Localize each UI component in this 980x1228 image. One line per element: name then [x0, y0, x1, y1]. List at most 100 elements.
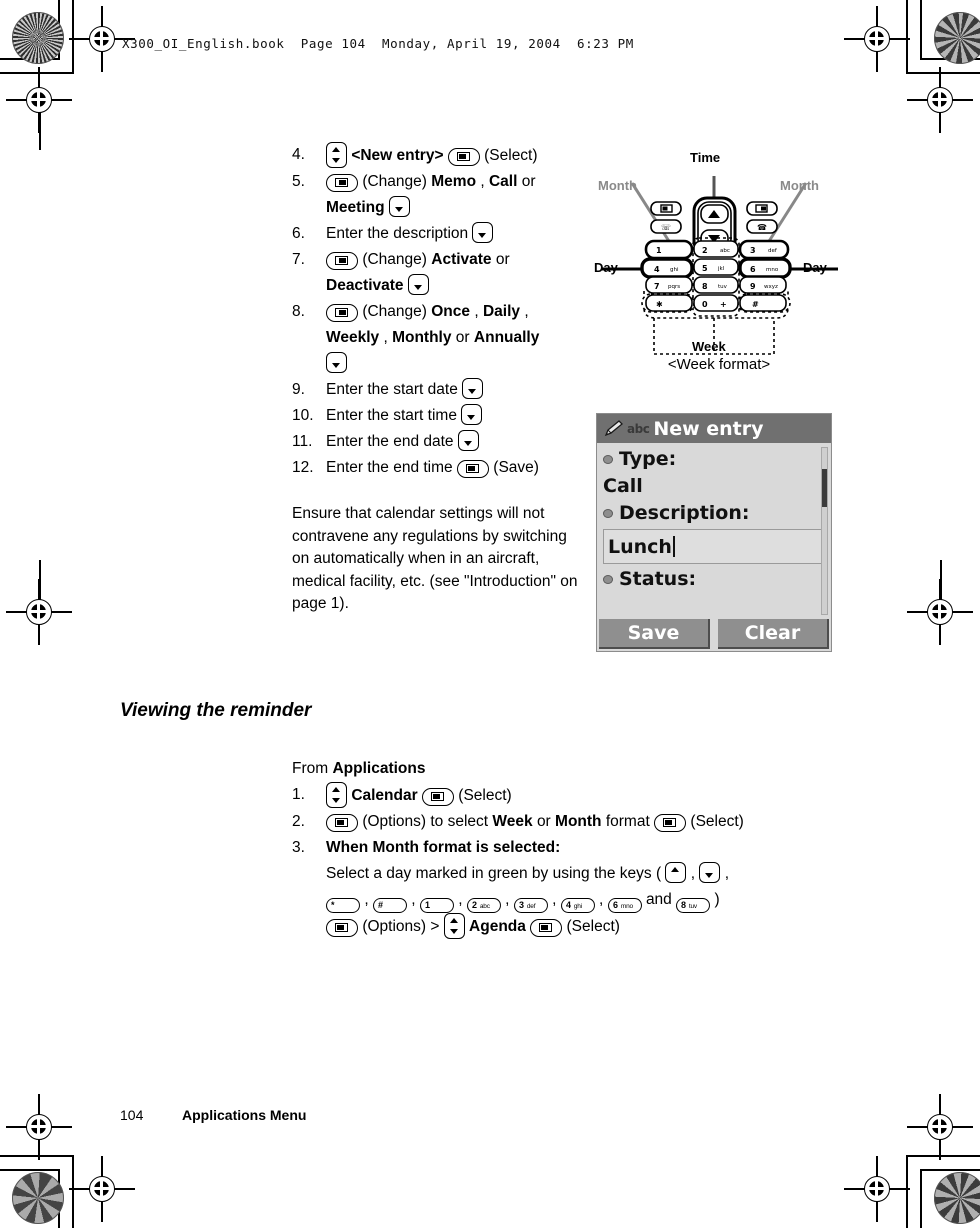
- step-text: and: [645, 891, 672, 908]
- nav-up-down-key-icon: [326, 142, 347, 168]
- step-emphasis-text: Once: [431, 303, 471, 320]
- step-text: ,: [364, 891, 369, 908]
- registration-mark-mid-right: [907, 579, 973, 645]
- registration-mark-bottom-right-a: [907, 1094, 973, 1160]
- svg-text:5: 5: [702, 264, 708, 273]
- crop-line-bottom-left-h: [0, 1169, 60, 1171]
- svg-text:8: 8: [702, 282, 708, 291]
- crop-line-inner-bl-v: [72, 1155, 74, 1228]
- step-text: or: [521, 173, 536, 190]
- field-value-type[interactable]: Call: [603, 473, 823, 500]
- svg-text:☏: ☏: [661, 223, 671, 232]
- diagram-caption: <Week format>: [667, 356, 771, 373]
- nav-up-down-key-icon: [326, 782, 347, 808]
- registration-mark-top-left-b: [6, 67, 72, 133]
- label-text: Status:: [619, 568, 697, 590]
- crop-line-inner-tr-h: [906, 72, 980, 74]
- key-2-icon: 2 abc: [465, 898, 502, 913]
- svg-text:0: 0: [702, 300, 708, 309]
- step-text: Select a day marked in green by using th…: [326, 865, 662, 882]
- step-emphasis-text: Weekly: [326, 329, 380, 346]
- left-soft-key-icon: [326, 919, 358, 937]
- bullet-icon: [603, 509, 613, 518]
- svg-text:pqrs: pqrs: [668, 284, 680, 290]
- registration-mark-bottom-right-b: [844, 1156, 910, 1222]
- week-format-keypad-diagram: ☏ ☎ 1 2 abc 3 def 4 ghi 5 jkl 6 mno 7 pq…: [594, 146, 844, 381]
- step-text: (Change): [362, 173, 427, 190]
- registration-mark-top-left-a: [69, 6, 135, 72]
- crop-line-inner-br-h: [906, 1155, 980, 1157]
- step-emphasis-text: Meeting: [326, 199, 385, 216]
- step-text: Enter the start time: [326, 407, 457, 424]
- hash-key-icon: #: [372, 898, 408, 913]
- step-number: 7.: [292, 251, 305, 268]
- step-item: 5. (Change) Memo , Call or Meeting: [292, 169, 592, 221]
- step-text: or: [455, 329, 470, 346]
- step-number: 3.: [292, 839, 305, 856]
- diagram-label-week: Week: [692, 339, 726, 354]
- step-emphasis-text: Annually: [473, 329, 540, 346]
- section-heading: Viewing the reminder: [120, 700, 312, 721]
- step-item: 12. Enter the end time (Save): [292, 455, 592, 481]
- step-text: ,: [552, 891, 557, 908]
- field-input-description[interactable]: Lunch: [603, 529, 823, 564]
- crop-line-inner-tl-h: [0, 72, 74, 74]
- svg-text:ghi: ghi: [670, 267, 679, 273]
- right-soft-key-icon: [326, 174, 358, 192]
- nav-down-key-icon: [326, 352, 347, 373]
- diagram-label-month-left: Month: [598, 178, 637, 193]
- svg-text:#: #: [752, 300, 759, 309]
- step-text: Enter the end date: [326, 433, 454, 450]
- nav-down-key-icon: [407, 274, 429, 295]
- svg-text:6: 6: [750, 265, 756, 274]
- step-text: (Select): [566, 918, 620, 935]
- svg-text:7: 7: [654, 282, 660, 291]
- step-text: (Save): [493, 459, 539, 476]
- print-rosette-top-right: [934, 12, 980, 64]
- star-key-icon: *: [325, 898, 361, 913]
- step-text: Enter the description: [326, 225, 469, 242]
- svg-text:3: 3: [750, 246, 756, 255]
- scrollbar-thumb[interactable]: [822, 469, 827, 507]
- step-emphasis-text: <New entry>: [351, 147, 444, 164]
- step-item: 2. (Options) to select Week or Month for…: [292, 809, 892, 835]
- intro-bold-text: Applications: [332, 760, 426, 777]
- step-item: 8. (Change) Once , Daily , Weekly , Mont…: [292, 299, 592, 377]
- step-item: 1. Calendar (Select): [292, 782, 892, 809]
- nav-down-key-icon: [457, 430, 479, 451]
- step-number: 8.: [292, 303, 305, 320]
- step-text: (Change): [362, 251, 427, 268]
- softkey-save[interactable]: Save: [599, 619, 710, 649]
- phone-screen-mock: abc New entry Type: Call Description: Lu…: [596, 413, 832, 652]
- nav-up-down-key-icon: [443, 913, 465, 939]
- lcd-title-bar: abc New entry: [597, 414, 831, 443]
- step-text: ,: [690, 865, 696, 882]
- field-label-description: Description:: [603, 500, 823, 527]
- nav-up-key-icon: [665, 862, 687, 883]
- step-text: ,: [411, 891, 416, 908]
- step-text: Enter the start date: [326, 381, 458, 398]
- intro-line: From Applications: [292, 756, 892, 782]
- lcd-softkey-bar: Save Clear: [597, 619, 831, 651]
- step-text: ): [714, 891, 720, 908]
- nav-down-key-icon: [472, 222, 494, 243]
- step-emphasis-text: Deactivate: [326, 277, 404, 294]
- left-soft-key-icon: [530, 919, 563, 937]
- step-text: Enter the end time: [326, 459, 453, 476]
- nav-down-key-icon: [699, 862, 721, 883]
- diagram-label-month-right: Month: [780, 178, 819, 193]
- right-soft-key-icon: [326, 252, 358, 270]
- softkey-clear[interactable]: Clear: [718, 619, 829, 649]
- registration-mark-top-right-b: [907, 67, 973, 133]
- key-8-icon: 8 tuv: [675, 898, 712, 913]
- step-item: 10. Enter the start time: [292, 403, 592, 429]
- lcd-form-body: Type: Call Description: Lunch Status:: [597, 443, 831, 619]
- step-item: 6. Enter the description: [292, 221, 592, 247]
- step-number: 1.: [292, 786, 305, 803]
- crop-line-inner-tl-v: [72, 0, 74, 74]
- step-number: 6.: [292, 225, 305, 242]
- step-text: (Options) to select: [362, 813, 489, 830]
- registration-mark-top-right-a: [844, 6, 910, 72]
- intro-plain-text: From: [292, 760, 329, 777]
- crop-line-inner-tr-v: [906, 0, 908, 74]
